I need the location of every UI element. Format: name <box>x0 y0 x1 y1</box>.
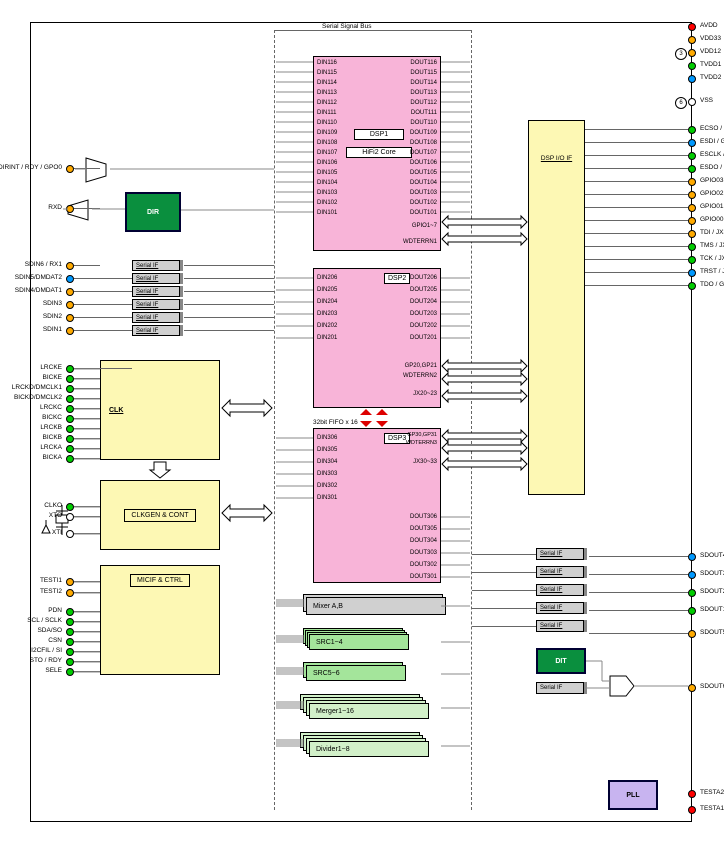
wires-left <box>0 0 724 848</box>
